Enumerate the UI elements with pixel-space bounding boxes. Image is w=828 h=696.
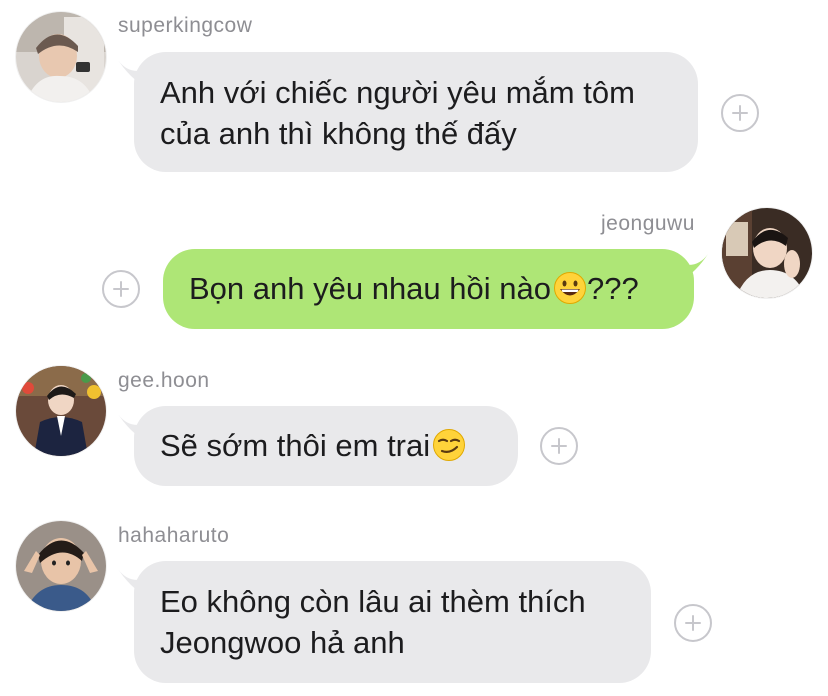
message-bubble[interactable]: Sẽ sớm thôi em trai xyxy=(134,406,518,486)
plus-circle-icon xyxy=(113,281,129,297)
plus-circle-icon xyxy=(732,105,748,121)
plus-circle-icon xyxy=(551,438,567,454)
message-text: Sẽ sớm thôi em trai xyxy=(160,428,431,463)
message-text-suffix: ??? xyxy=(586,271,639,306)
add-reaction-button[interactable] xyxy=(102,270,140,308)
add-reaction-button[interactable] xyxy=(540,427,578,465)
username-label: hahaharuto xyxy=(118,524,230,547)
avatar-gee-hoon[interactable] xyxy=(16,366,106,456)
username-label: superkingcow xyxy=(118,14,253,37)
message-bubble[interactable]: Anh với chiếc người yêu mắm tôm của anh … xyxy=(134,52,698,172)
avatar-hahaharuto[interactable] xyxy=(16,521,106,611)
profile-photo-icon xyxy=(16,521,106,611)
grinning-face-emoji xyxy=(553,271,587,305)
avatar-superkingcow[interactable] xyxy=(16,12,106,102)
profile-photo-icon xyxy=(16,12,106,102)
add-reaction-button[interactable] xyxy=(721,94,759,132)
add-reaction-button[interactable] xyxy=(674,604,712,642)
avatar-jeonguwu[interactable] xyxy=(722,208,812,298)
profile-photo-icon xyxy=(16,366,106,456)
message-text: Anh với chiếc người yêu mắm tôm của anh … xyxy=(160,75,635,151)
username-label: jeonguwu xyxy=(601,212,695,235)
message-text: Bọn anh yêu nhau hồi nào xyxy=(189,271,551,306)
message-bubble[interactable]: Bọn anh yêu nhau hồi nào??? xyxy=(163,249,694,329)
message-text: Eo không còn lâu ai thèm thích Jeongwoo … xyxy=(160,584,586,660)
username-label: gee.hoon xyxy=(118,369,210,392)
message-bubble[interactable]: Eo không còn lâu ai thèm thích Jeongwoo … xyxy=(134,561,651,683)
plus-circle-icon xyxy=(685,615,701,631)
smirking-face-emoji xyxy=(432,428,466,462)
profile-photo-icon xyxy=(722,208,812,298)
